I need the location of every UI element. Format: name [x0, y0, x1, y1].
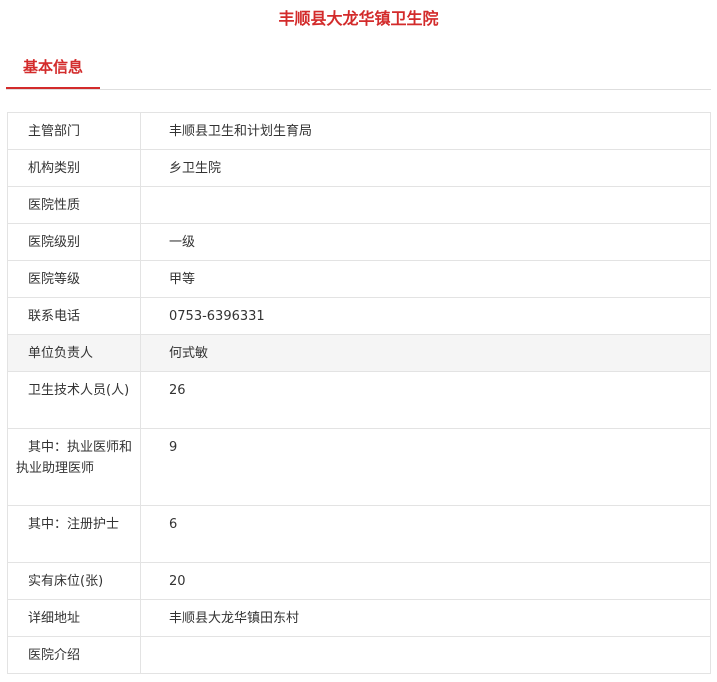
row-value: 甲等 — [140, 260, 711, 298]
address-value: 丰顺县大龙华镇田东村 — [140, 599, 711, 637]
row-label-text: 医院性质 — [28, 198, 81, 213]
table-row: 主管部门 丰顺县卫生和计划生育局 — [7, 112, 711, 150]
table-row: 详细地址 丰顺县大龙华镇田东村 — [7, 599, 711, 637]
table-row: 医院等级 甲等 — [7, 260, 711, 298]
tab-divider — [6, 89, 711, 90]
row-label: 医院级别 — [7, 223, 141, 261]
row-label: 卫生技术人员(人) — [7, 371, 141, 429]
row-label-text: 联系电话 — [28, 309, 81, 324]
page-title: 丰顺县大龙华镇卫生院 — [278, 9, 439, 28]
table-row: 医院级别 一级 — [7, 223, 711, 261]
row-label: 其中：注册护士 — [7, 505, 141, 563]
row-value — [140, 186, 711, 224]
info-table: 主管部门 丰顺县卫生和计划生育局 机构类别 乡卫生院 医院性质 医院级别 一级 … — [7, 112, 711, 674]
row-value: 20 — [140, 562, 711, 600]
row-value: 何式敏 — [140, 334, 711, 372]
row-value: 26 — [140, 371, 711, 429]
row-value: 6 — [140, 505, 711, 563]
row-label: 详细地址 — [7, 599, 141, 637]
table-row: 医院介绍 — [7, 636, 711, 674]
table-row: 卫生技术人员(人) 26 — [7, 371, 711, 429]
tab-basic-info[interactable]: 基本信息 — [6, 50, 100, 89]
table-row: 联系电话 0753-6396331 — [7, 297, 711, 335]
row-label-text: 其中：执业医师和执业助理医师 — [16, 440, 133, 476]
row-label-text: 卫生技术人员(人) — [28, 383, 130, 398]
row-label: 联系电话 — [7, 297, 141, 335]
row-label: 医院性质 — [7, 186, 141, 224]
row-label-text: 机构类别 — [28, 161, 81, 176]
row-label: 医院介绍 — [7, 636, 141, 674]
table-row: 医院性质 — [7, 186, 711, 224]
row-value: 丰顺县卫生和计划生育局 — [140, 112, 711, 150]
row-value — [140, 636, 711, 674]
row-label: 机构类别 — [7, 149, 141, 187]
row-label-text: 医院等级 — [28, 272, 81, 287]
row-label-text: 其中：注册护士 — [28, 517, 120, 532]
row-label-text: 单位负责人 — [28, 346, 94, 361]
row-label: 主管部门 — [7, 112, 141, 150]
row-label-text: 医院级别 — [28, 235, 81, 250]
row-value: 一级 — [140, 223, 711, 261]
tab-bar: 基本信息 — [6, 50, 711, 90]
table-row: 其中：执业医师和执业助理医师 9 — [7, 428, 711, 506]
phone-value: 0753-6396331 — [140, 297, 711, 335]
table-row: 机构类别 乡卫生院 — [7, 149, 711, 187]
row-label: 实有床位(张) — [7, 562, 141, 600]
table-row: 其中：注册护士 6 — [7, 505, 711, 563]
row-label-text: 医院介绍 — [28, 648, 81, 663]
row-label-text: 详细地址 — [28, 611, 81, 626]
table-row: 单位负责人 何式敏 — [7, 334, 711, 372]
table-row: 实有床位(张) 20 — [7, 562, 711, 600]
row-label: 单位负责人 — [7, 334, 141, 372]
row-label: 其中：执业医师和执业助理医师 — [7, 428, 141, 506]
row-value: 乡卫生院 — [140, 149, 711, 187]
row-label: 医院等级 — [7, 260, 141, 298]
row-value: 9 — [140, 428, 711, 506]
row-label-text: 实有床位(张) — [28, 574, 104, 589]
row-label-text: 主管部门 — [28, 124, 81, 139]
